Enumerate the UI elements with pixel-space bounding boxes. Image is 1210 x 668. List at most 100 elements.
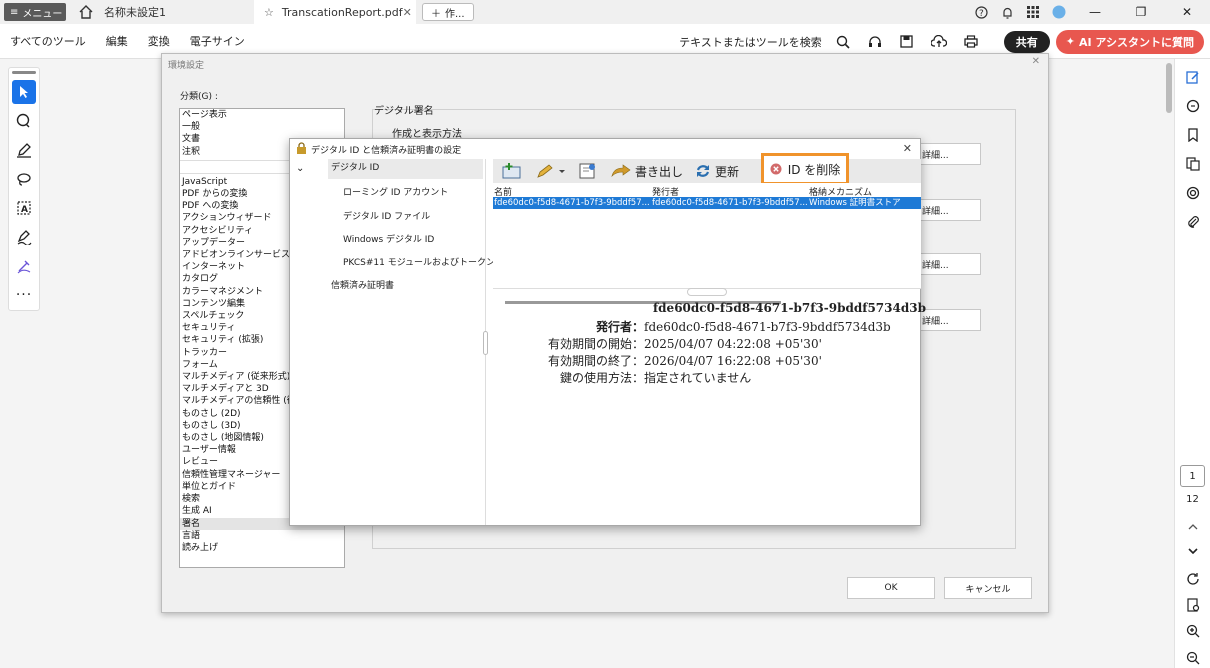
- help-icon[interactable]: ?: [968, 0, 994, 24]
- detail-row-valid-to: 有効期間の終了：2026/04/07 16:22:08 +05'30': [547, 354, 822, 368]
- more-icon[interactable]: ···: [12, 283, 36, 307]
- refresh-icon[interactable]: [1175, 564, 1210, 593]
- share-button[interactable]: 共有: [1003, 30, 1050, 53]
- tab-bar: ≡ メニュー 名称未設定1 ☆ TranscationReport.pdf ✕ …: [0, 0, 1210, 24]
- scroll-thumb[interactable]: [1166, 63, 1172, 113]
- category-label: 分類(G) :: [180, 92, 218, 102]
- table-row[interactable]: fde60dc0-f5d8-4671-b7f3-9bddf57... fde60…: [493, 197, 921, 209]
- preferences-title: 環境設定: [168, 61, 205, 71]
- tree-item-pkcs[interactable]: PKCS#11 モジュールおよびトークン: [343, 255, 495, 268]
- zoom-out-icon[interactable]: [1175, 643, 1210, 668]
- digital-id-table: 名前 発行者 格納メカニズム fde60dc0-f5d8-4671-b7f3-9…: [493, 183, 921, 304]
- headphones-icon[interactable]: [862, 29, 888, 55]
- dialog-close-icon[interactable]: ✕: [903, 142, 912, 155]
- avatar[interactable]: [1046, 0, 1072, 24]
- list-item[interactable]: 言語: [180, 530, 344, 542]
- page-total: 12: [1186, 494, 1199, 505]
- svg-text:A: A: [21, 205, 28, 215]
- digital-id-dialog: デジタル ID と信頼済み証明書の設定 ✕ ⌄ デジタル ID ローミング ID…: [289, 138, 926, 526]
- preferences-close-icon[interactable]: ✕: [1032, 56, 1040, 67]
- cancel-button[interactable]: キャンセル: [944, 577, 1032, 599]
- right-sidebar: [1174, 59, 1210, 668]
- search-icon[interactable]: [830, 29, 856, 55]
- edit-pencil-icon[interactable]: [529, 159, 573, 183]
- menu-e-sign[interactable]: 電子サイン: [190, 33, 245, 49]
- text-box-icon[interactable]: A: [12, 196, 36, 220]
- zoom-in-icon[interactable]: [1175, 616, 1210, 645]
- lasso-icon[interactable]: [12, 167, 36, 191]
- left-tool-rail: A ···: [8, 67, 40, 311]
- row-name: fde60dc0-f5d8-4671-b7f3-9bddf57...: [494, 198, 650, 208]
- print-icon[interactable]: [958, 29, 984, 55]
- ai-assistant-button[interactable]: ✦ AI アシスタントに質問: [1055, 29, 1204, 54]
- bookmark-icon[interactable]: [1175, 120, 1210, 149]
- list-item[interactable]: ページ表示: [180, 109, 344, 121]
- select-arrow-icon[interactable]: [12, 80, 36, 104]
- digital-id-toolbar: 書き出し 更新: [493, 159, 921, 183]
- menu-all-tools[interactable]: すべてのツール: [10, 33, 86, 49]
- menu-button[interactable]: ≡ メニュー: [4, 3, 66, 21]
- ai-draw-icon[interactable]: [12, 254, 36, 278]
- new-tab-button[interactable]: ＋ 作...: [422, 3, 474, 21]
- panel-resize-handle[interactable]: [483, 331, 488, 355]
- add-id-icon[interactable]: [495, 159, 529, 183]
- close-icon[interactable]: ✕: [403, 6, 412, 19]
- certificate-icon[interactable]: [573, 159, 603, 183]
- pages-icon[interactable]: [1175, 149, 1210, 178]
- tree-item-trusted-certs[interactable]: 信頼済み証明書: [331, 278, 394, 291]
- ok-button[interactable]: OK: [847, 577, 935, 599]
- hamburger-icon: ≡: [10, 6, 19, 18]
- digital-id-main: 書き出し 更新 ID を削除 名前 発行者 格納メカニズム fde60dc0-f…: [493, 153, 926, 525]
- layers-icon[interactable]: [1175, 178, 1210, 207]
- cloud-upload-icon[interactable]: [926, 29, 952, 55]
- ai-sparkle-icon: ✦: [1065, 35, 1075, 48]
- digital-signature-heading: デジタル署名: [374, 106, 434, 117]
- comment-bubble-icon[interactable]: [1175, 91, 1210, 120]
- plus-icon: ＋: [431, 8, 441, 20]
- details-button[interactable]: 詳細...: [917, 199, 981, 221]
- tree-item-digital-id[interactable]: デジタル ID: [328, 159, 483, 179]
- detail-row-issuer: 発行者：fde60dc0-f5d8-4671-b7f3-9bddf5734d3b: [595, 320, 891, 334]
- bell-icon[interactable]: [994, 0, 1020, 24]
- page-settings-icon[interactable]: [1175, 590, 1210, 619]
- page-number-input[interactable]: 1: [1180, 465, 1205, 487]
- splitter-handle[interactable]: [687, 288, 727, 296]
- save-icon[interactable]: [894, 29, 920, 55]
- svg-text:?: ?: [979, 9, 984, 19]
- pen-icon[interactable]: [12, 138, 36, 162]
- chevron-down-icon[interactable]: [1175, 536, 1210, 565]
- minimize-icon[interactable]: —: [1072, 0, 1118, 24]
- document-scrollbar[interactable]: [1162, 59, 1174, 668]
- apps-grid-icon[interactable]: [1020, 0, 1046, 24]
- window-close-icon[interactable]: ✕: [1164, 0, 1210, 24]
- remove-circle-icon: [770, 163, 782, 175]
- menu-edit[interactable]: 編集: [106, 33, 128, 49]
- home-icon[interactable]: [78, 4, 94, 20]
- restore-icon[interactable]: ❐: [1118, 0, 1164, 24]
- list-item[interactable]: 読み上げ: [180, 542, 344, 554]
- details-button[interactable]: 詳細...: [917, 309, 981, 331]
- star-icon[interactable]: ☆: [264, 6, 274, 19]
- chevron-down-icon[interactable]: ⌄: [296, 163, 304, 174]
- detail-row-key-usage: 鍵の使用方法：指定されていません: [559, 371, 752, 385]
- comment-icon[interactable]: [12, 109, 36, 133]
- details-button[interactable]: 詳細...: [917, 143, 981, 165]
- export-button[interactable]: 書き出し: [607, 159, 687, 183]
- remove-id-button[interactable]: ID を削除: [761, 153, 849, 185]
- edit-pdf-icon[interactable]: [1175, 62, 1210, 91]
- tree-item-roaming[interactable]: ローミング ID アカウント: [343, 185, 448, 198]
- row-issuer: fde60dc0-f5d8-4671-b7f3-9bddf57...: [652, 198, 808, 208]
- refresh-button[interactable]: 更新: [687, 159, 747, 183]
- drag-handle[interactable]: [12, 71, 36, 74]
- tree-item-windows-id[interactable]: Windows デジタル ID: [343, 232, 434, 245]
- details-button[interactable]: 詳細...: [917, 253, 981, 275]
- sign-pen-icon[interactable]: [12, 225, 36, 249]
- search-tools-text[interactable]: テキストまたはツールを検索: [679, 34, 822, 50]
- tree-item-id-files[interactable]: デジタル ID ファイル: [343, 209, 430, 222]
- tab-untitled[interactable]: 名称未設定1: [94, 0, 254, 24]
- tab-transaction-report[interactable]: ☆ TranscationReport.pdf ✕: [254, 0, 416, 24]
- attachment-icon[interactable]: [1175, 207, 1210, 236]
- list-item[interactable]: 一般: [180, 121, 344, 133]
- row-storage: Windows 証明書ストア: [809, 198, 901, 208]
- menu-convert[interactable]: 変換: [148, 33, 170, 49]
